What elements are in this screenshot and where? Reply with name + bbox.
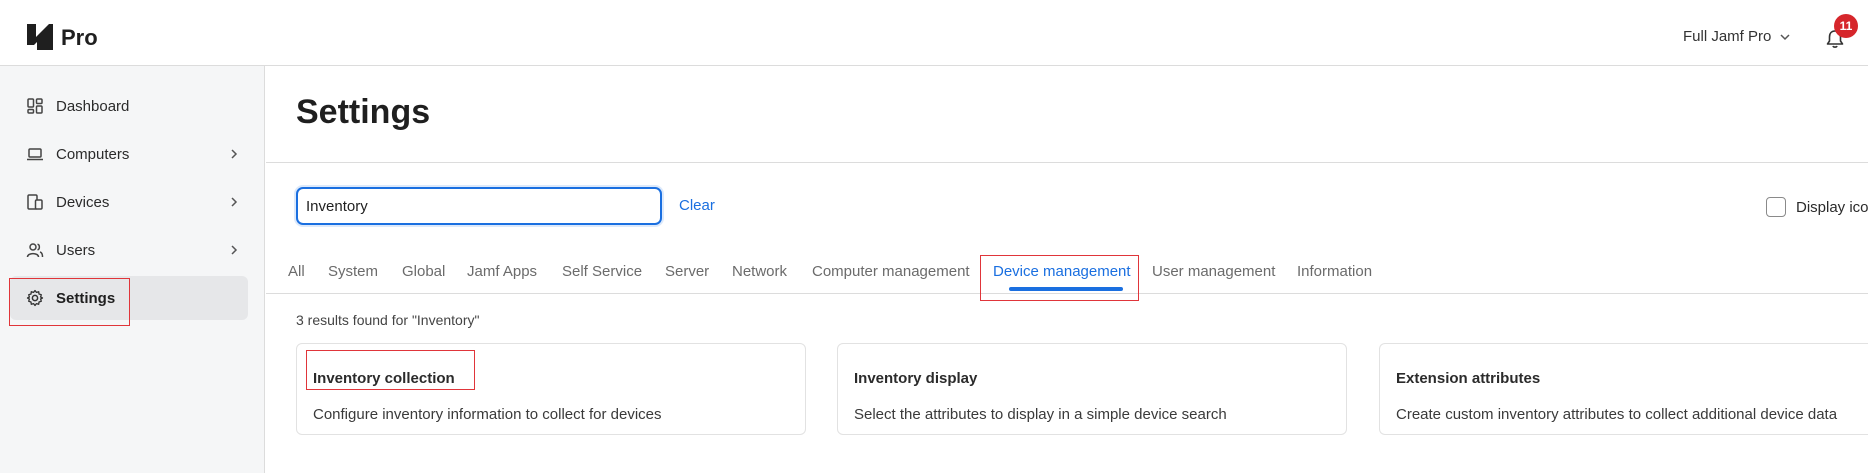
sidebar-item-computers[interactable]: Computers (10, 132, 248, 176)
sidebar-item-label: Users (56, 241, 96, 259)
tab-all[interactable]: All (288, 263, 305, 280)
result-card-inventory-collection[interactable]: Inventory collection Configure inventory… (296, 343, 806, 435)
environment-label: Full Jamf Pro (1683, 28, 1772, 45)
result-card-extension-attributes[interactable]: Extension attributes Create custom inven… (1379, 343, 1868, 435)
tab-jamf-apps[interactable]: Jamf Apps (467, 263, 537, 280)
page-title: Settings (296, 93, 431, 131)
card-description: Select the attributes to display in a si… (854, 406, 1227, 423)
environment-dropdown[interactable]: Full Jamf Pro (1683, 28, 1791, 45)
tab-network[interactable]: Network (732, 263, 787, 280)
brand-name: Pro (61, 25, 98, 50)
card-description: Configure inventory information to colle… (313, 406, 662, 423)
card-description: Create custom inventory attributes to co… (1396, 406, 1838, 423)
active-tab-indicator (1009, 287, 1123, 291)
devices-icon (27, 194, 43, 210)
display-icons-toggle[interactable]: Display icons (1766, 197, 1868, 217)
chevron-down-icon (1780, 33, 1790, 40)
tab-system[interactable]: System (328, 263, 378, 280)
results-count: 3 results found for "Inventory" (296, 312, 480, 328)
top-bar: Pro Full Jamf Pro 11 (0, 0, 1868, 66)
display-icons-checkbox[interactable] (1766, 197, 1786, 217)
jamf-logo-icon[interactable] (27, 24, 53, 50)
card-title: Inventory display (854, 370, 978, 387)
card-title: Inventory collection (313, 370, 455, 387)
tab-self-service[interactable]: Self Service (562, 263, 642, 280)
tab-computer-management[interactable]: Computer management (812, 263, 970, 280)
sidebar-item-devices[interactable]: Devices (10, 180, 248, 224)
tab-information[interactable]: Information (1297, 263, 1372, 280)
category-tabs: All System Global Jamf Apps Self Service… (266, 252, 1868, 294)
display-icons-label: Display icons (1796, 198, 1868, 216)
tab-server[interactable]: Server (665, 263, 709, 280)
tab-user-management[interactable]: User management (1152, 263, 1275, 280)
sidebar-item-dashboard[interactable]: Dashboard (10, 84, 248, 128)
sidebar-item-users[interactable]: Users (10, 228, 248, 272)
notification-badge: 11 (1834, 14, 1858, 38)
clear-button[interactable]: Clear (679, 197, 715, 214)
dashboard-icon (27, 98, 43, 114)
sidebar-item-label: Computers (56, 145, 130, 163)
sidebar-item-settings[interactable]: Settings (10, 276, 248, 320)
result-card-inventory-display[interactable]: Inventory display Select the attributes … (837, 343, 1347, 435)
laptop-icon (27, 148, 43, 161)
main-content: Settings Clear Display icons All System … (266, 66, 1868, 473)
chevron-right-icon (231, 245, 238, 255)
search-input[interactable] (296, 187, 662, 225)
card-title: Extension attributes (1396, 370, 1541, 387)
gear-icon (26, 289, 44, 307)
tab-device-management[interactable]: Device management (993, 263, 1131, 280)
chevron-right-icon (231, 197, 238, 207)
tab-global[interactable]: Global (402, 263, 445, 280)
chevron-right-icon (231, 149, 238, 159)
title-divider (266, 162, 1868, 163)
sidebar: Dashboard Computers Devices Users Settin… (0, 66, 265, 473)
users-icon (26, 243, 44, 258)
sidebar-item-label: Devices (56, 193, 110, 211)
sidebar-item-label: Settings (56, 289, 116, 307)
sidebar-item-label: Dashboard (56, 97, 130, 115)
